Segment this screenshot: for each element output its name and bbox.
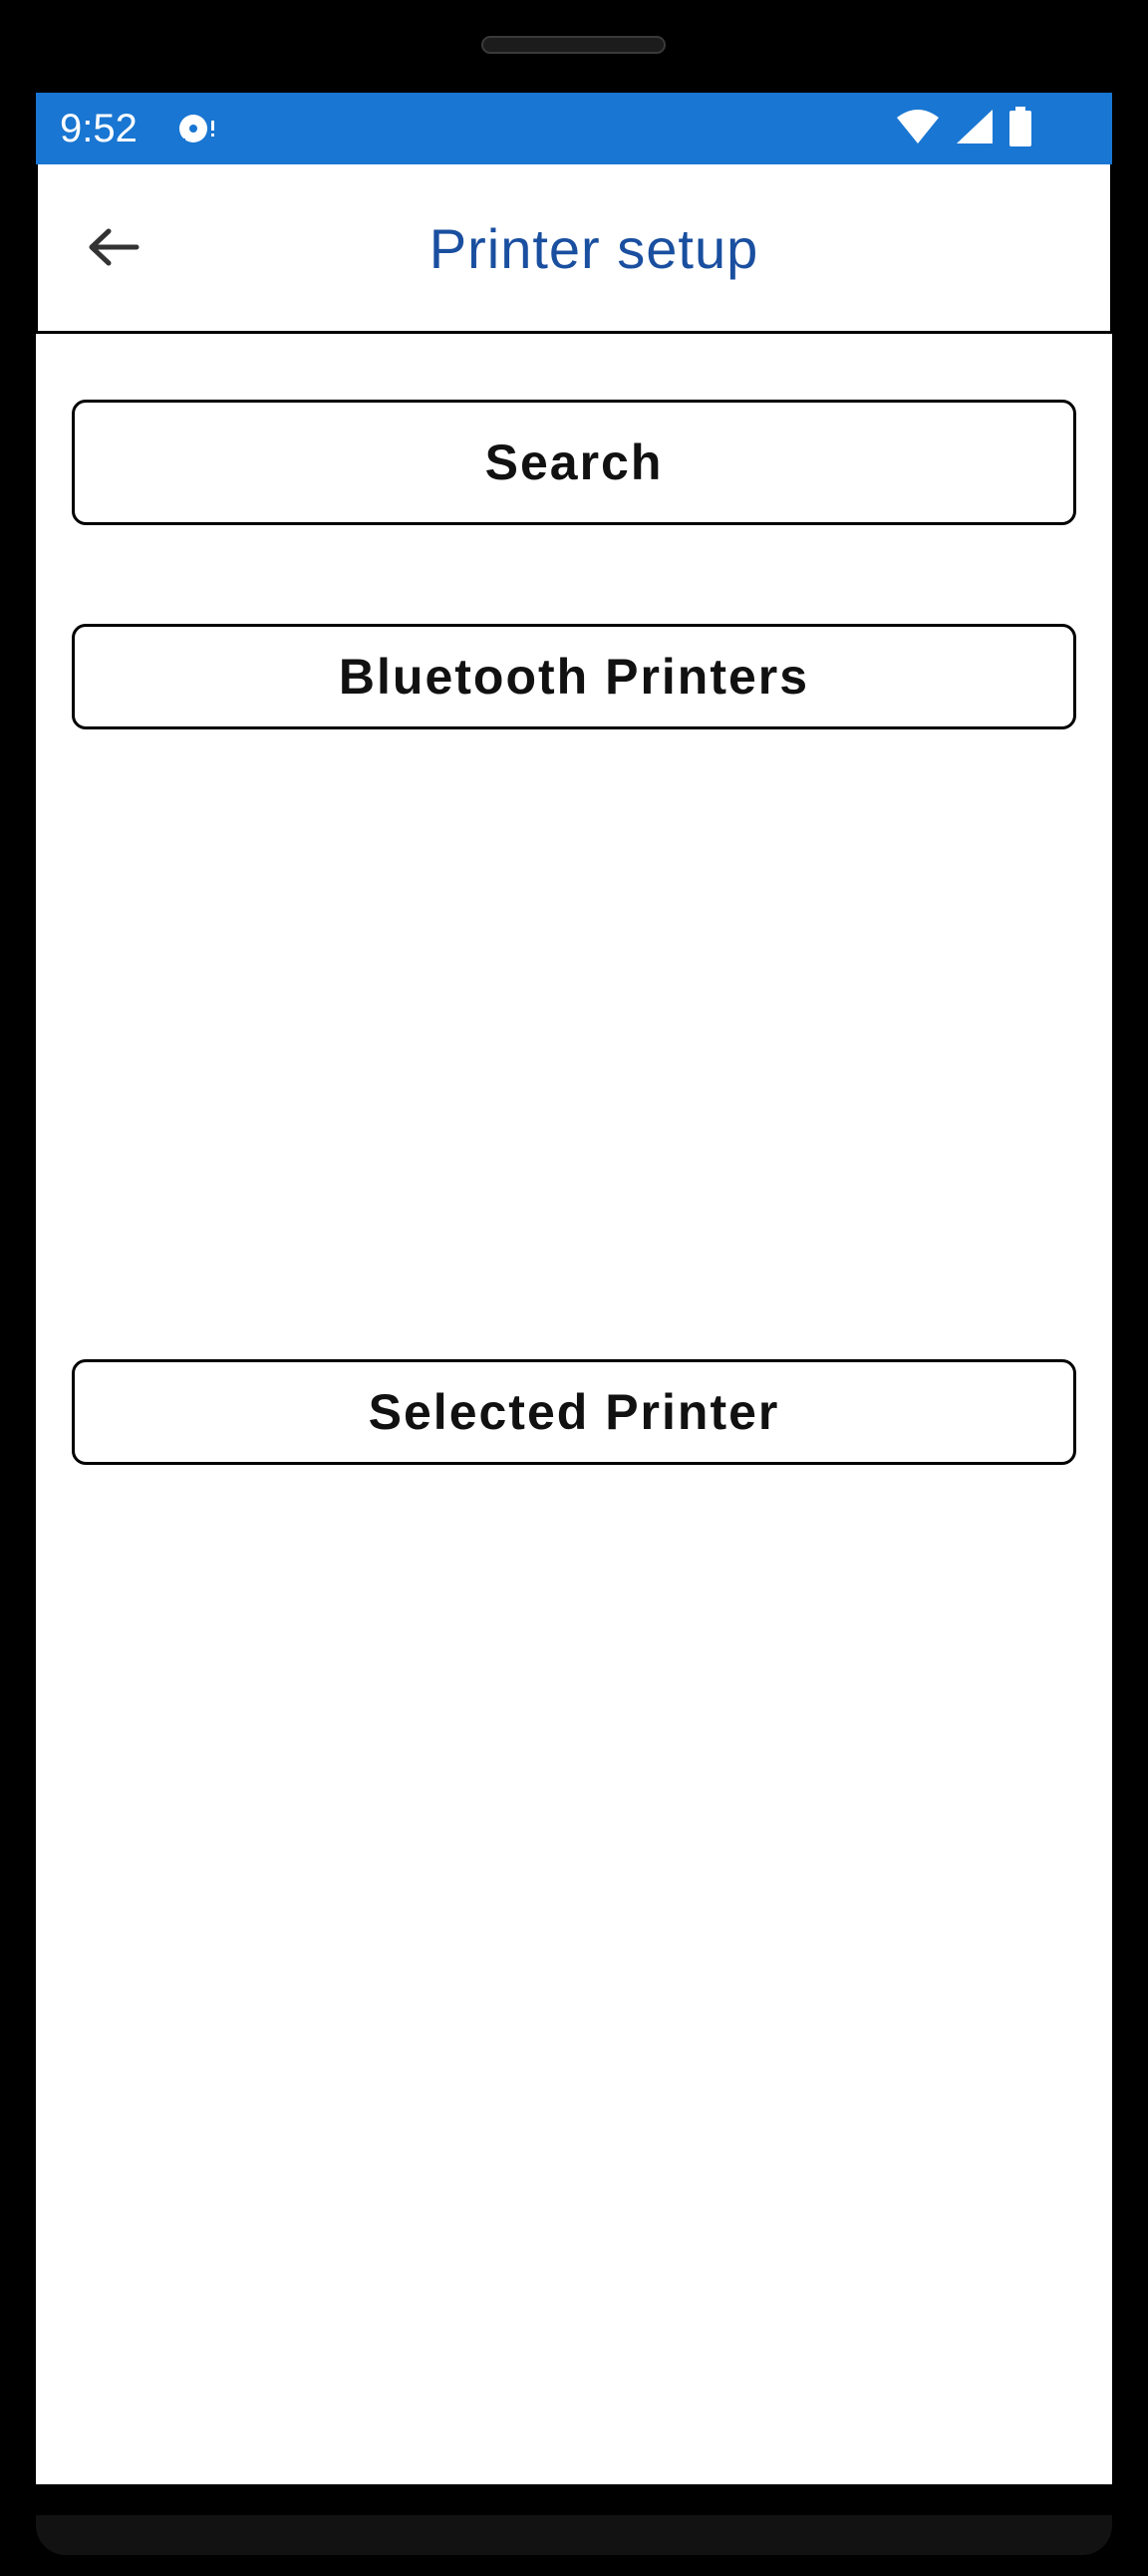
- chin-bar: [36, 2515, 1112, 2555]
- status-time: 9:52: [60, 107, 138, 150]
- app-bar: Printer setup: [36, 164, 1112, 334]
- selected-printer-button[interactable]: Selected Printer: [72, 1359, 1076, 1465]
- search-button[interactable]: Search: [72, 400, 1076, 525]
- screen: 9:52 Printer setup Search Bluetooth Prin…: [36, 93, 1112, 2484]
- cell-signal-icon: [955, 108, 995, 150]
- status-bar: 9:52: [36, 93, 1112, 164]
- earpiece-speaker: [481, 36, 666, 54]
- status-icons: [895, 106, 1032, 151]
- bluetooth-printers-button[interactable]: Bluetooth Printers: [72, 624, 1076, 729]
- page-title: Printer setup: [429, 217, 759, 280]
- data-saver-icon: [175, 109, 219, 148]
- phone-frame: 9:52 Printer setup Search Bluetooth Prin…: [0, 0, 1148, 2576]
- wifi-icon: [895, 108, 941, 150]
- battery-icon: [1008, 106, 1032, 151]
- bluetooth-printers-list: [72, 750, 1076, 1338]
